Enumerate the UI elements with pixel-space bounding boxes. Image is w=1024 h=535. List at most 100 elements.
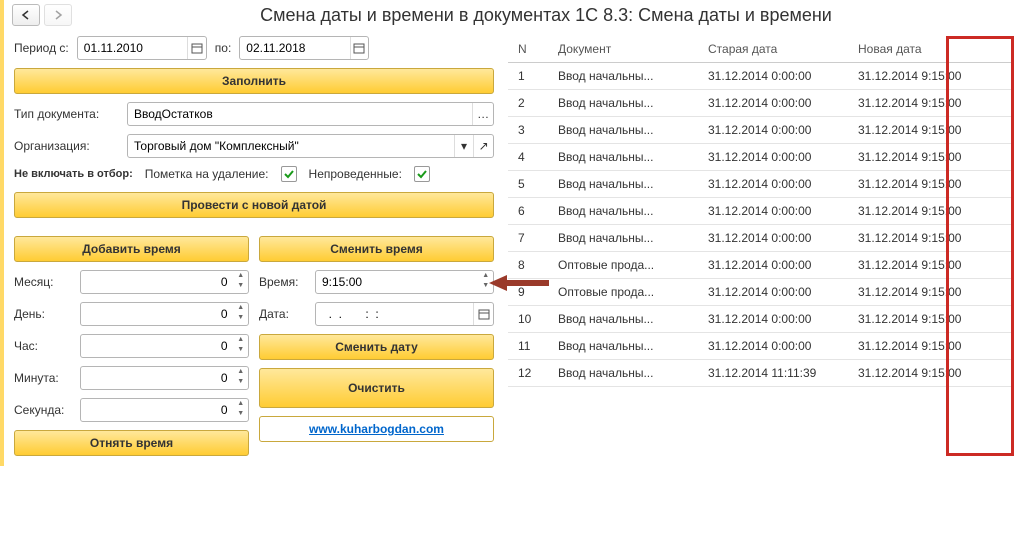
cell-doc: Ввод начальны... [548, 171, 698, 198]
table-row[interactable]: 3Ввод начальны...31.12.2014 0:00:0031.12… [508, 117, 1014, 144]
cell-old-date: 31.12.2014 0:00:00 [698, 306, 848, 333]
doc-type-input[interactable]: … [127, 102, 494, 126]
cell-doc: Оптовые прода... [548, 279, 698, 306]
cell-new-date: 31.12.2014 9:15:00 [848, 63, 1014, 90]
th-n[interactable]: N [508, 36, 548, 63]
cell-new-date: 31.12.2014 9:15:00 [848, 360, 1014, 387]
table-row[interactable]: 12Ввод начальны...31.12.2014 11:11:3931.… [508, 360, 1014, 387]
cell-n: 12 [508, 360, 548, 387]
cell-n: 7 [508, 225, 548, 252]
table-row[interactable]: 7Ввод начальны...31.12.2014 0:00:0031.12… [508, 225, 1014, 252]
cell-n: 9 [508, 279, 548, 306]
cell-n: 1 [508, 63, 548, 90]
cell-new-date: 31.12.2014 9:15:00 [848, 144, 1014, 171]
cell-doc: Ввод начальны... [548, 63, 698, 90]
exclude-label: Не включать в отбор: [14, 168, 133, 180]
cell-doc: Ввод начальны... [548, 225, 698, 252]
cell-old-date: 31.12.2014 0:00:00 [698, 225, 848, 252]
cell-doc: Ввод начальны... [548, 333, 698, 360]
dropdown-icon[interactable]: ▾ [454, 135, 474, 157]
table-row[interactable]: 4Ввод начальны...31.12.2014 0:00:0031.12… [508, 144, 1014, 171]
nav-forward-button[interactable] [44, 4, 72, 26]
table-row[interactable]: 9Оптовые прода...31.12.2014 0:00:0031.12… [508, 279, 1014, 306]
day-input[interactable]: ▲▼ [80, 302, 249, 326]
table-row[interactable]: 8Оптовые прода...31.12.2014 0:00:0031.12… [508, 252, 1014, 279]
cell-old-date: 31.12.2014 0:00:00 [698, 333, 848, 360]
period-to-input[interactable] [239, 36, 369, 60]
mark-delete-checkbox[interactable] [281, 166, 297, 182]
cell-n: 10 [508, 306, 548, 333]
cell-n: 6 [508, 198, 548, 225]
cell-old-date: 31.12.2014 0:00:00 [698, 63, 848, 90]
cell-doc: Оптовые прода... [548, 252, 698, 279]
period-from-input[interactable] [77, 36, 207, 60]
period-from-label: Период с: [14, 41, 69, 55]
table-row[interactable]: 11Ввод начальны...31.12.2014 0:00:0031.1… [508, 333, 1014, 360]
change-date-button[interactable]: Сменить дату [259, 334, 494, 360]
calendar-icon[interactable] [187, 37, 206, 59]
cell-old-date: 31.12.2014 0:00:00 [698, 198, 848, 225]
cell-n: 8 [508, 252, 548, 279]
minute-input[interactable]: ▲▼ [80, 366, 249, 390]
clear-button[interactable]: Очистить [259, 368, 494, 408]
calendar-icon[interactable] [473, 303, 493, 325]
unposted-checkbox[interactable] [414, 166, 430, 182]
documents-table: N Документ Старая дата Новая дата 1Ввод … [508, 36, 1014, 387]
cell-old-date: 31.12.2014 0:00:00 [698, 252, 848, 279]
cell-n: 2 [508, 90, 548, 117]
post-new-date-button[interactable]: Провести с новой датой [14, 192, 494, 218]
cell-n: 3 [508, 117, 548, 144]
month-input[interactable]: ▲▼ [80, 270, 249, 294]
cell-doc: Ввод начальны... [548, 90, 698, 117]
cell-old-date: 31.12.2014 0:00:00 [698, 279, 848, 306]
period-to-label: по: [215, 41, 232, 55]
cell-n: 11 [508, 333, 548, 360]
unposted-label: Непроведенные: [309, 167, 402, 181]
hour-input[interactable]: ▲▼ [80, 334, 249, 358]
cell-doc: Ввод начальны... [548, 360, 698, 387]
open-icon[interactable]: ↗ [473, 135, 493, 157]
change-time-button[interactable]: Сменить время [259, 236, 494, 262]
cell-old-date: 31.12.2014 11:11:39 [698, 360, 848, 387]
mark-delete-label: Пометка на удаление: [145, 167, 269, 181]
cell-new-date: 31.12.2014 9:15:00 [848, 252, 1014, 279]
subtract-time-button[interactable]: Отнять время [14, 430, 249, 456]
add-time-button[interactable]: Добавить время [14, 236, 249, 262]
cell-new-date: 31.12.2014 9:15:00 [848, 198, 1014, 225]
cell-new-date: 31.12.2014 9:15:00 [848, 90, 1014, 117]
table-row[interactable]: 5Ввод начальны...31.12.2014 0:00:0031.12… [508, 171, 1014, 198]
cell-old-date: 31.12.2014 0:00:00 [698, 117, 848, 144]
site-link-button[interactable]: www.kuharbogdan.com [259, 416, 494, 442]
cell-doc: Ввод начальны... [548, 198, 698, 225]
table-row[interactable]: 1Ввод начальны...31.12.2014 0:00:0031.12… [508, 63, 1014, 90]
th-doc[interactable]: Документ [548, 36, 698, 63]
cell-n: 4 [508, 144, 548, 171]
page-title: Смена даты и времени в документах 1С 8.3… [76, 5, 1016, 26]
table-row[interactable]: 10Ввод начальны...31.12.2014 0:00:0031.1… [508, 306, 1014, 333]
date-input[interactable] [315, 302, 494, 326]
cell-doc: Ввод начальны... [548, 144, 698, 171]
th-new[interactable]: Новая дата [848, 36, 1014, 63]
cell-old-date: 31.12.2014 0:00:00 [698, 144, 848, 171]
table-row[interactable]: 6Ввод начальны...31.12.2014 0:00:0031.12… [508, 198, 1014, 225]
calendar-icon[interactable] [350, 37, 369, 59]
fill-button[interactable]: Заполнить [14, 68, 494, 94]
nav-back-button[interactable] [12, 4, 40, 26]
table-row[interactable]: 2Ввод начальны...31.12.2014 0:00:0031.12… [508, 90, 1014, 117]
cell-old-date: 31.12.2014 0:00:00 [698, 90, 848, 117]
cell-new-date: 31.12.2014 9:15:00 [848, 171, 1014, 198]
organization-label: Организация: [14, 139, 119, 153]
cell-old-date: 31.12.2014 0:00:00 [698, 171, 848, 198]
cell-new-date: 31.12.2014 9:15:00 [848, 306, 1014, 333]
ellipsis-icon[interactable]: … [472, 103, 493, 125]
doc-type-label: Тип документа: [14, 107, 119, 121]
cell-new-date: 31.12.2014 9:15:00 [848, 225, 1014, 252]
th-old[interactable]: Старая дата [698, 36, 848, 63]
cell-doc: Ввод начальны... [548, 306, 698, 333]
cell-new-date: 31.12.2014 9:15:00 [848, 279, 1014, 306]
cell-n: 5 [508, 171, 548, 198]
cell-new-date: 31.12.2014 9:15:00 [848, 333, 1014, 360]
time-input[interactable]: ▲▼ [315, 270, 494, 294]
second-input[interactable]: ▲▼ [80, 398, 249, 422]
organization-input[interactable]: ▾ ↗ [127, 134, 494, 158]
